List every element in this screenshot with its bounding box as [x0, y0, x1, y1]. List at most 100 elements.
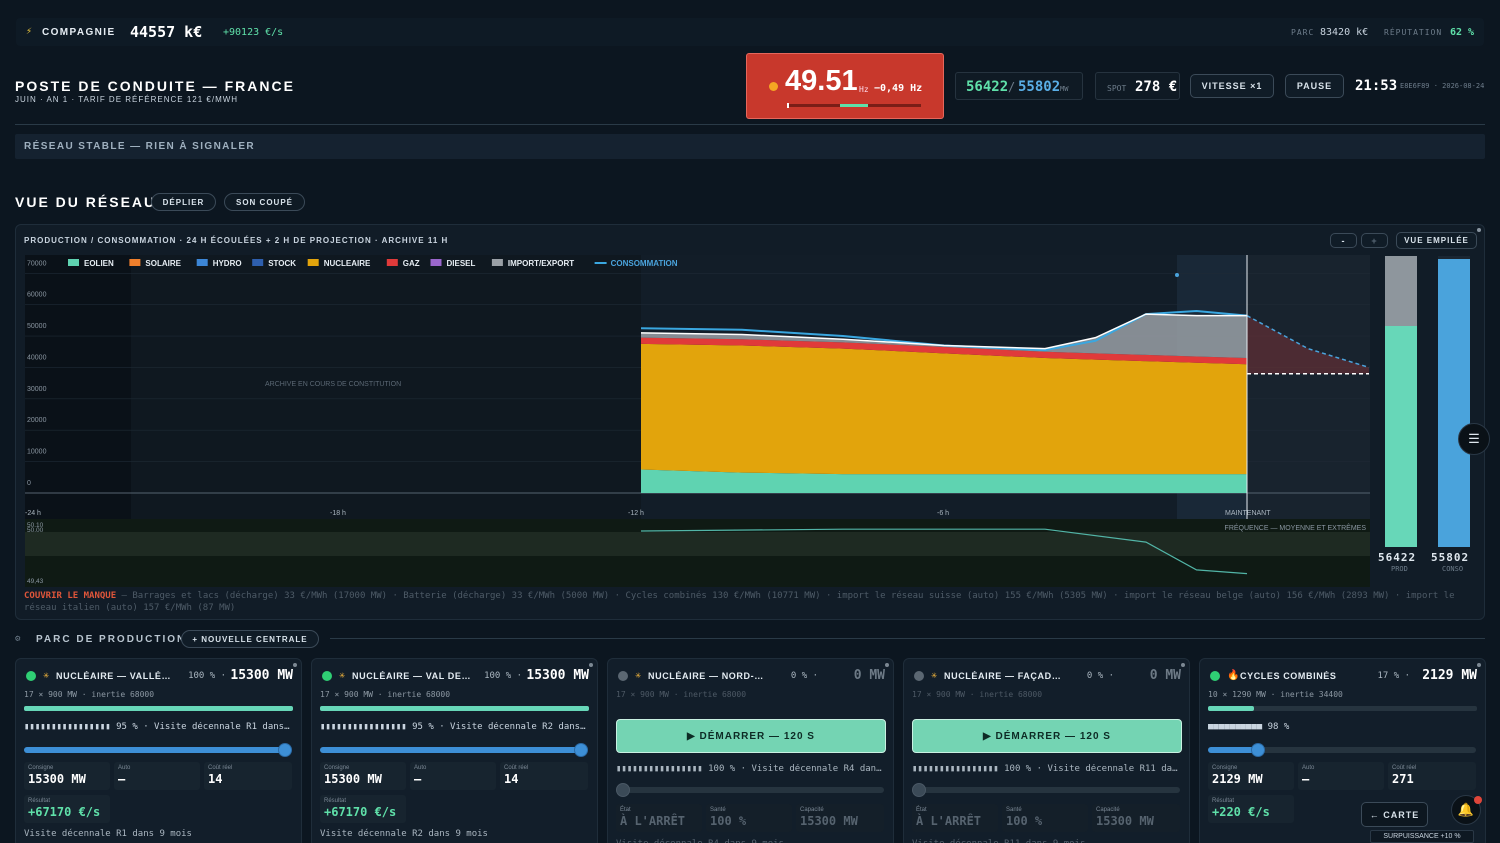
- plant-specs: 17 × 900 MW · inertie 68000: [320, 690, 451, 699]
- y-tick-label: 60000: [27, 292, 47, 299]
- health-readout: ▮▮▮▮▮▮▮▮▮▮▮▮▮▮▮▮ 100 % · Visite décennal…: [912, 764, 1182, 774]
- sound-toggle-button[interactable]: SON COUPÉ: [224, 193, 305, 211]
- plant-card[interactable]: ✳ NUCLÉAIRE — FAÇADE MANCHE 0 % · 0 MW 17 × …: [903, 658, 1190, 843]
- auto-label: Auto: [118, 765, 131, 771]
- lightning-icon: ⚡: [26, 26, 33, 37]
- cost-value: 14: [208, 772, 223, 786]
- consumption-total: 55802: [1018, 79, 1061, 95]
- status-dot: [26, 671, 36, 681]
- expand-button[interactable]: DÉPLIER: [151, 193, 216, 211]
- result-label: Résultat: [324, 798, 347, 804]
- plant-card[interactable]: ✳ NUCLÉAIRE — VALLÉE DU RHÔNE 100 % · 15300…: [15, 658, 302, 843]
- pause-button[interactable]: PAUSE: [1285, 74, 1344, 98]
- legend-label: IMPORT/EXPORT: [508, 259, 574, 268]
- spot-value: 278 €: [1135, 79, 1178, 95]
- output-slider[interactable]: [616, 783, 884, 797]
- state-value: À L'ARRÊT: [620, 814, 686, 828]
- production-total: 56422: [966, 79, 1009, 95]
- conso-total: 55802: [1431, 551, 1470, 564]
- capacity-label: Capacité: [1096, 807, 1120, 813]
- page-subtitle: JUIN · AN 1 · TARIF DE RÉFÉRENCE 121 €/M…: [15, 95, 239, 104]
- plant-specs: 17 × 900 MW · inertie 68000: [912, 690, 1043, 699]
- state-label: État: [916, 807, 927, 813]
- production-divider: [330, 638, 1485, 639]
- plant-load: 100 % ·: [484, 671, 522, 681]
- auto-value[interactable]: —: [118, 772, 196, 786]
- cost-label: Coût réel: [1392, 765, 1417, 771]
- plant-name: NUCLÉAIRE — VAL DE LOIRE: [352, 671, 472, 681]
- start-plant-button[interactable]: ▶ DÉMARRER — 120 S: [616, 719, 886, 753]
- map-button[interactable]: ← CARTE: [1361, 802, 1428, 827]
- new-plant-button[interactable]: + NOUVELLE CENTRALE: [181, 630, 319, 648]
- power-unit: MW: [1060, 85, 1069, 93]
- stacked-view-button[interactable]: VUE EMPILÉE: [1396, 232, 1477, 249]
- plant-name: CYCLES COMBINÉS: [1240, 671, 1337, 681]
- auto-value[interactable]: —: [1302, 772, 1380, 786]
- status-banner: RÉSEAU STABLE — RIEN À SIGNALER: [15, 134, 1485, 159]
- page-title: POSTE DE CONDUITE — FRANCE: [15, 78, 295, 94]
- plant-name: NUCLÉAIRE — FAÇADE MANCHE: [944, 671, 1064, 681]
- speed-button[interactable]: VITESSE ×1: [1190, 74, 1274, 98]
- output-slider[interactable]: [24, 743, 292, 757]
- zoom-in-button[interactable]: +: [1361, 233, 1388, 248]
- card-footnote: Visite décennale R4 dans 9 mois: [616, 839, 784, 843]
- company-label: COMPAGNIE: [42, 27, 116, 38]
- plant-load: 0 % ·: [1086, 671, 1114, 681]
- load-bar: [1208, 706, 1477, 711]
- production-column: [1385, 256, 1417, 547]
- slider-handle[interactable]: [574, 743, 588, 757]
- peak-marker: [1175, 273, 1179, 277]
- start-plant-button[interactable]: ▶ DÉMARRER — 120 S: [912, 719, 1182, 753]
- setpoint-label: Consigne: [28, 765, 54, 771]
- legend-label: DIESEL: [447, 259, 476, 268]
- setpoint-value: 15300 MW: [28, 772, 86, 786]
- state-label: État: [620, 807, 631, 813]
- spot-price: SPOT 278 €: [1095, 72, 1180, 100]
- atom-icon: ✳: [339, 670, 346, 681]
- separator: /: [1008, 80, 1016, 94]
- zoom-out-button[interactable]: -: [1330, 233, 1357, 248]
- slider-handle[interactable]: [1251, 743, 1266, 757]
- parc-value: 83420 k€: [1320, 27, 1369, 38]
- output-slider[interactable]: [320, 743, 588, 757]
- legend-swatch: [491, 259, 503, 266]
- plant-card[interactable]: 🔥 CYCLES COMBINÉS 17 % · 2129 MW 10 × 1290 M…: [1199, 658, 1486, 843]
- output-slider[interactable]: [912, 783, 1180, 797]
- y-tick-label: 30000: [27, 386, 47, 393]
- filter-icon[interactable]: ☰: [1458, 423, 1490, 455]
- card-corner-icon: [1181, 663, 1185, 667]
- gear-icon: ⚙: [15, 634, 21, 644]
- health-label: Santé: [710, 807, 726, 813]
- archive-note: ARCHIVE EN COURS DE CONSTITUTION: [265, 381, 401, 388]
- state-value: À L'ARRÊT: [916, 814, 982, 828]
- health-readout: ▮▮▮▮▮▮▮▮▮▮▮▮▮▮▮▮ 100 % · Visite décennal…: [616, 764, 886, 774]
- card-corner-icon: [589, 663, 593, 667]
- legend-swatch: [307, 259, 319, 266]
- output-slider[interactable]: [1208, 743, 1476, 757]
- plant-output: 0 MW: [1149, 668, 1181, 683]
- status-message: RÉSEAU STABLE — RIEN À SIGNALER: [24, 141, 256, 152]
- notification-badge: [1474, 796, 1482, 804]
- frequency-panel: 49.51 Hz −0,49 Hz: [746, 53, 944, 119]
- panel-corner-icon: [1477, 228, 1481, 232]
- y-tick-label: 20000: [27, 417, 47, 424]
- cost-value: 271: [1392, 772, 1414, 786]
- alarm-icon: [769, 82, 778, 91]
- company-income: +90123 €/s: [223, 27, 284, 38]
- status-dot: [322, 671, 332, 681]
- auto-label: Auto: [1302, 765, 1315, 771]
- network-panel: PRODUCTION / CONSOMMATION · 24 H ÉCOULÉE…: [15, 224, 1485, 620]
- legend-label: HYDRO: [213, 259, 242, 268]
- legend-label: SOLAIRE: [145, 259, 181, 268]
- cost-value: 14: [504, 772, 519, 786]
- plant-card[interactable]: ✳ NUCLÉAIRE — VAL DE LOIRE 100 % · 15300 MW…: [311, 658, 598, 843]
- reputation-value: 62 %: [1450, 27, 1475, 38]
- status-dot: [914, 671, 924, 681]
- health-readout: ▮▮▮▮▮▮▮▮▮▮▮▮▮▮▮▮ 95 % · Visite décennale…: [24, 722, 294, 732]
- slider-handle[interactable]: [278, 743, 292, 757]
- card-corner-icon: [885, 663, 889, 667]
- plant-card[interactable]: ✳ NUCLÉAIRE — NORD-EST 0 % · 0 MW 17 × 900 M…: [607, 658, 894, 843]
- plant-load: 17 % ·: [1377, 671, 1410, 681]
- setpoint-label: Consigne: [324, 765, 350, 771]
- auto-value[interactable]: —: [414, 772, 492, 786]
